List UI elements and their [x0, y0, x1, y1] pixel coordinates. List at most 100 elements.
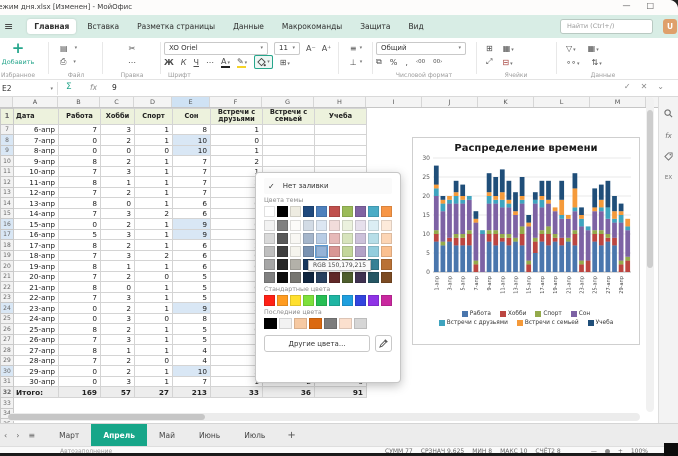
value-cell[interactable]: 5 [173, 334, 211, 345]
tint-color-swatch[interactable] [316, 246, 327, 257]
value-cell[interactable]: 1 [135, 324, 173, 335]
date-cell[interactable]: 8-апр [14, 145, 59, 156]
row-number[interactable]: 7 [1, 124, 14, 135]
row-number[interactable]: 24 [1, 303, 14, 314]
value-cell[interactable]: 3 [101, 334, 135, 345]
value-cell[interactable]: 8 [59, 345, 101, 356]
row-number[interactable]: 12 [1, 177, 14, 188]
row-number[interactable]: 30 [1, 366, 14, 377]
value-cell[interactable]: 6 [173, 261, 211, 272]
column-header-C[interactable]: C [100, 97, 134, 107]
expand-formula-icon[interactable]: ⌄ [657, 82, 664, 91]
value-cell[interactable]: 2 [101, 324, 135, 335]
tint-color-swatch[interactable] [342, 233, 353, 244]
sheet-tab-Май[interactable]: Май [147, 424, 187, 446]
standard-color-swatch[interactable] [381, 295, 392, 306]
format-table-icon[interactable]: ▦▾ [503, 44, 514, 53]
column-header-A[interactable]: A [13, 97, 58, 107]
tint-color-swatch[interactable] [368, 233, 379, 244]
tint-color-swatch[interactable] [290, 259, 301, 270]
tint-color-swatch[interactable] [303, 233, 314, 244]
select-all-corner[interactable] [0, 97, 13, 107]
chevron-down-icon[interactable]: ▾ [360, 45, 363, 51]
value-cell[interactable]: 1 [135, 345, 173, 356]
value-cell[interactable]: 7 [59, 334, 101, 345]
tint-color-swatch[interactable] [329, 220, 340, 231]
column-header-B[interactable]: B [58, 97, 100, 107]
date-cell[interactable]: 26-апр [14, 334, 59, 345]
date-cell[interactable]: 7-апр [14, 135, 59, 146]
value-cell[interactable]: 1 [135, 366, 173, 377]
no-fill-option[interactable]: ✓ Нет заливки [264, 178, 392, 194]
number-format-select[interactable]: Общий▾ [376, 42, 466, 55]
row-number[interactable]: 28 [1, 345, 14, 356]
date-cell[interactable]: 24-апр [14, 313, 59, 324]
row-number[interactable]: 32 [1, 387, 14, 398]
value-cell[interactable]: 1 [135, 187, 173, 198]
value-cell[interactable]: 1 [101, 261, 135, 272]
value-cell[interactable] [263, 156, 315, 167]
value-cell[interactable] [263, 145, 315, 156]
standard-color-swatch[interactable] [277, 295, 288, 306]
value-cell[interactable]: 0 [135, 313, 173, 324]
value-cell[interactable]: 8 [59, 156, 101, 167]
row-number[interactable]: 15 [1, 208, 14, 219]
value-cell[interactable]: 2 [101, 366, 135, 377]
date-cell[interactable]: 25-апр [14, 324, 59, 335]
value-cell[interactable]: 0 [101, 198, 135, 209]
empty-cell[interactable] [14, 398, 367, 409]
tint-color-swatch[interactable] [264, 272, 275, 283]
tint-color-swatch[interactable] [342, 220, 353, 231]
value-cell[interactable]: 5 [173, 292, 211, 303]
menu-tab-6[interactable]: Защита [353, 19, 397, 34]
tint-color-swatch[interactable] [355, 272, 366, 283]
sheet-tab-Июль[interactable]: Июль [232, 424, 277, 446]
merge-cells-icon[interactable]: ⧉ [376, 57, 382, 67]
standard-color-swatch[interactable] [303, 295, 314, 306]
value-cell[interactable]: 2 [101, 135, 135, 146]
value-cell[interactable]: 1 [135, 124, 173, 135]
value-cell[interactable] [315, 135, 367, 146]
value-cell[interactable]: 0 [59, 366, 101, 377]
row-number[interactable]: 16 [1, 219, 14, 230]
theme-color-swatch[interactable] [303, 206, 314, 217]
more-icon[interactable]: ⋯ [128, 58, 136, 67]
tint-color-swatch[interactable] [290, 220, 301, 231]
column-header-F[interactable]: F [210, 97, 262, 107]
value-cell[interactable]: 6 [173, 208, 211, 219]
column-header-M[interactable]: M [590, 97, 646, 107]
tint-color-swatch[interactable] [264, 259, 275, 270]
value-cell[interactable]: 10 [173, 135, 211, 146]
standard-color-swatch[interactable] [329, 295, 340, 306]
translate-icon[interactable]: ЕХ [659, 175, 678, 181]
value-cell[interactable]: 0 [59, 376, 101, 387]
standard-color-swatch[interactable] [290, 295, 301, 306]
value-cell[interactable]: 1 [101, 345, 135, 356]
row-number[interactable]: 20 [1, 261, 14, 272]
row-number[interactable]: 33 [1, 398, 14, 409]
value-cell[interactable]: 7 [173, 177, 211, 188]
horizontal-scroll-thumb[interactable] [8, 414, 205, 420]
tint-color-swatch[interactable] [303, 272, 314, 283]
date-cell[interactable]: 22-апр [14, 292, 59, 303]
row-number[interactable]: 11 [1, 166, 14, 177]
save-icon[interactable]: ▤ [60, 44, 68, 53]
value-cell[interactable]: 10 [173, 366, 211, 377]
value-cell[interactable]: 1 [135, 261, 173, 272]
value-cell[interactable]: 1 [135, 229, 173, 240]
value-cell[interactable]: 0 [211, 135, 263, 146]
standard-color-swatch[interactable] [342, 295, 353, 306]
search-input[interactable]: Найти (Ctrl+/) [560, 19, 653, 34]
value-cell[interactable]: 3 [101, 166, 135, 177]
value-cell[interactable]: 1 [135, 156, 173, 167]
date-cell[interactable]: 10-апр [14, 166, 59, 177]
value-cell[interactable] [263, 124, 315, 135]
sheet-list-icon[interactable]: ≡ [28, 431, 35, 440]
value-cell[interactable]: 2 [101, 240, 135, 251]
tint-color-swatch[interactable] [316, 233, 327, 244]
confirm-icon[interactable]: ✓ [624, 82, 631, 91]
value-cell[interactable]: 8 [59, 261, 101, 272]
comma-icon[interactable]: , [405, 58, 408, 67]
cell-size-icon[interactable]: ⤢ [486, 57, 492, 67]
next-sheet-icon[interactable]: › [16, 431, 19, 440]
